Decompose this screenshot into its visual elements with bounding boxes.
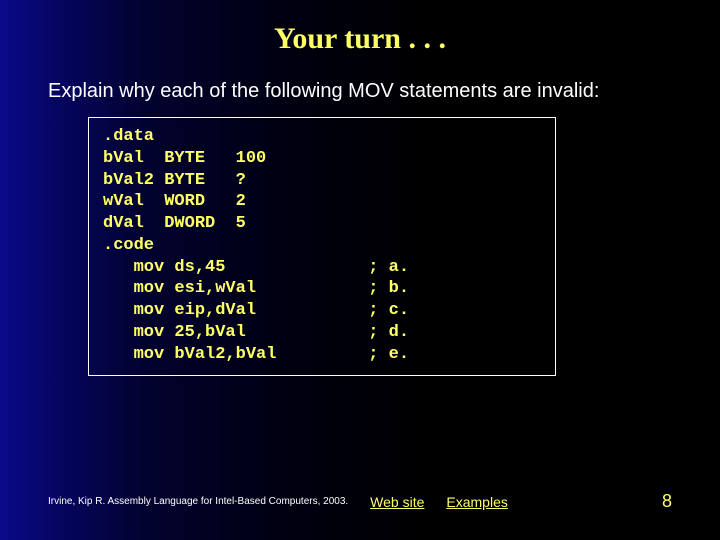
examples-link[interactable]: Examples <box>446 494 507 510</box>
slide-title: Your turn . . . <box>0 0 720 56</box>
credit-text: Irvine, Kip R. Assembly Language for Int… <box>48 496 348 507</box>
code-box: .data bVal BYTE 100 bVal2 BYTE ? wVal WO… <box>88 117 556 376</box>
footer-left: Irvine, Kip R. Assembly Language for Int… <box>48 494 508 510</box>
code-listing: .data bVal BYTE 100 bVal2 BYTE ? wVal WO… <box>103 126 541 365</box>
website-link[interactable]: Web site <box>370 494 424 510</box>
page-number: 8 <box>662 491 672 512</box>
footer: Irvine, Kip R. Assembly Language for Int… <box>48 491 672 512</box>
prompt-text: Explain why each of the following MOV st… <box>48 80 720 103</box>
slide: Your turn . . . Explain why each of the … <box>0 0 720 540</box>
